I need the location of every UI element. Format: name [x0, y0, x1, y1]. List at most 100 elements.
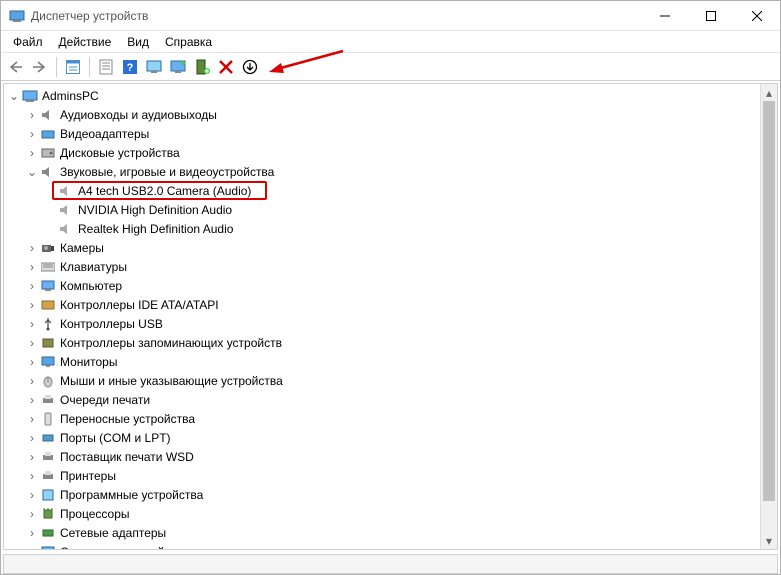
portable-icon: [40, 411, 56, 427]
vertical-scrollbar[interactable]: ▴ ▾: [760, 84, 777, 549]
toolbar-help-button[interactable]: ?: [119, 56, 141, 78]
tree-category[interactable]: › Порты (COM и LPT): [4, 428, 760, 447]
port-icon: [40, 430, 56, 446]
tree-device[interactable]: Realtek High Definition Audio: [4, 219, 760, 238]
expand-icon[interactable]: ›: [24, 318, 40, 330]
cpu-icon: [40, 506, 56, 522]
toolbar-separator: [56, 57, 57, 77]
tree-category[interactable]: › Переносные устройства: [4, 409, 760, 428]
tree-category-label: Контроллеры запоминающих устройств: [60, 336, 282, 350]
printer-icon: [40, 468, 56, 484]
expand-icon[interactable]: ›: [24, 337, 40, 349]
tree-category[interactable]: › Программные устройства: [4, 485, 760, 504]
tree-category-label: Видеоадаптеры: [60, 127, 149, 141]
collapse-icon[interactable]: ⌄: [6, 90, 22, 102]
tree-category[interactable]: › Дисковые устройства: [4, 143, 760, 162]
title-bar: Диспетчер устройств: [1, 1, 780, 31]
disk-icon: [40, 145, 56, 161]
tree-category-label: Принтеры: [60, 469, 116, 483]
maximize-button[interactable]: [688, 1, 734, 30]
menu-action[interactable]: Действие: [51, 33, 120, 51]
toolbar-separator: [89, 57, 90, 77]
tree-category[interactable]: › Системные устройства: [4, 542, 760, 549]
tree-category-label: Системные устройства: [60, 545, 189, 550]
tree-category[interactable]: › Мыши и иные указывающие устройства: [4, 371, 760, 390]
tree-category[interactable]: › Процессоры: [4, 504, 760, 523]
tree-category[interactable]: › Контроллеры IDE ATA/ATAPI: [4, 295, 760, 314]
tree-device-highlighted[interactable]: NVIDIA High Definition Audio: [4, 200, 760, 219]
toolbar-forward-button[interactable]: [29, 56, 51, 78]
svg-text:?: ?: [127, 62, 134, 74]
tree-category[interactable]: › Сетевые адаптеры: [4, 523, 760, 542]
tree-category-label: Процессоры: [60, 507, 130, 521]
scroll-up-button[interactable]: ▴: [761, 84, 777, 101]
expand-icon[interactable]: ›: [24, 299, 40, 311]
tree-category[interactable]: › Клавиатуры: [4, 257, 760, 276]
tree-category[interactable]: › Компьютер: [4, 276, 760, 295]
tree-device[interactable]: A4 tech USB2.0 Camera (Audio): [4, 181, 760, 200]
expand-icon[interactable]: ›: [24, 242, 40, 254]
computer-icon: [40, 278, 56, 294]
usb-icon: [40, 316, 56, 332]
expand-icon[interactable]: ›: [24, 432, 40, 444]
toolbar-back-button[interactable]: [5, 56, 27, 78]
tree-category[interactable]: › Контроллеры USB: [4, 314, 760, 333]
tree-category[interactable]: › Видеоадаптеры: [4, 124, 760, 143]
tree-category[interactable]: › Аудиовходы и аудиовыходы: [4, 105, 760, 124]
tree-device-label: NVIDIA High Definition Audio: [78, 203, 232, 217]
expand-icon[interactable]: ›: [24, 375, 40, 387]
tree-category-label: Порты (COM и LPT): [60, 431, 171, 445]
toolbar-byconn-button[interactable]: [167, 56, 189, 78]
toolbar-bytype-button[interactable]: [143, 56, 165, 78]
expand-icon[interactable]: ›: [24, 147, 40, 159]
tree-category-label: Поставщик печати WSD: [60, 450, 194, 464]
camera-icon: [40, 240, 56, 256]
toolbar-showhide-button[interactable]: [62, 56, 84, 78]
toolbar-disable-button[interactable]: [215, 56, 237, 78]
window-title: Диспетчер устройств: [31, 9, 642, 23]
expand-icon[interactable]: ›: [24, 470, 40, 482]
expand-icon[interactable]: ›: [24, 413, 40, 425]
expand-icon[interactable]: ›: [24, 356, 40, 368]
network-icon: [40, 525, 56, 541]
tree-category-expanded[interactable]: ⌄ Звуковые, игровые и видеоустройства: [4, 162, 760, 181]
ide-icon: [40, 297, 56, 313]
tree-category-label: Аудиовходы и аудиовыходы: [60, 108, 217, 122]
scroll-thumb[interactable]: [763, 101, 775, 501]
expand-icon[interactable]: ›: [24, 546, 40, 550]
tree-category-label: Контроллеры USB: [60, 317, 163, 331]
expand-icon[interactable]: ›: [24, 109, 40, 121]
expand-icon[interactable]: ›: [24, 489, 40, 501]
tree-root[interactable]: ⌄ AdminsPC: [4, 86, 760, 105]
tree-category[interactable]: › Принтеры: [4, 466, 760, 485]
minimize-button[interactable]: [642, 1, 688, 30]
tree-category[interactable]: › Очереди печати: [4, 390, 760, 409]
printer-icon: [40, 392, 56, 408]
app-icon: [9, 8, 25, 24]
toolbar-properties-button[interactable]: [95, 56, 117, 78]
menu-help[interactable]: Справка: [157, 33, 220, 51]
tree-category[interactable]: › Поставщик печати WSD: [4, 447, 760, 466]
expand-icon[interactable]: ›: [24, 527, 40, 539]
close-button[interactable]: [734, 1, 780, 30]
tree-category-label: Камеры: [60, 241, 104, 255]
scroll-down-button[interactable]: ▾: [761, 532, 777, 549]
expand-icon[interactable]: ›: [24, 451, 40, 463]
software-icon: [40, 487, 56, 503]
toolbar-add-hardware-button[interactable]: [191, 56, 213, 78]
collapse-icon[interactable]: ⌄: [24, 166, 40, 178]
expand-icon[interactable]: ›: [24, 128, 40, 140]
device-tree[interactable]: ⌄ AdminsPC › Аудиовходы и аудиовыходы › …: [4, 84, 760, 549]
tree-category[interactable]: › Камеры: [4, 238, 760, 257]
expand-icon[interactable]: ›: [24, 261, 40, 273]
tree-category[interactable]: › Контроллеры запоминающих устройств: [4, 333, 760, 352]
expand-icon[interactable]: ›: [24, 280, 40, 292]
menu-file[interactable]: Файл: [5, 33, 51, 51]
menu-view[interactable]: Вид: [119, 33, 157, 51]
tree-panel: ⌄ AdminsPC › Аудиовходы и аудиовыходы › …: [3, 83, 778, 550]
expand-icon[interactable]: ›: [24, 394, 40, 406]
tree-category[interactable]: › Мониторы: [4, 352, 760, 371]
toolbar-update-button[interactable]: [239, 56, 261, 78]
tree-category-label: Дисковые устройства: [60, 146, 180, 160]
expand-icon[interactable]: ›: [24, 508, 40, 520]
